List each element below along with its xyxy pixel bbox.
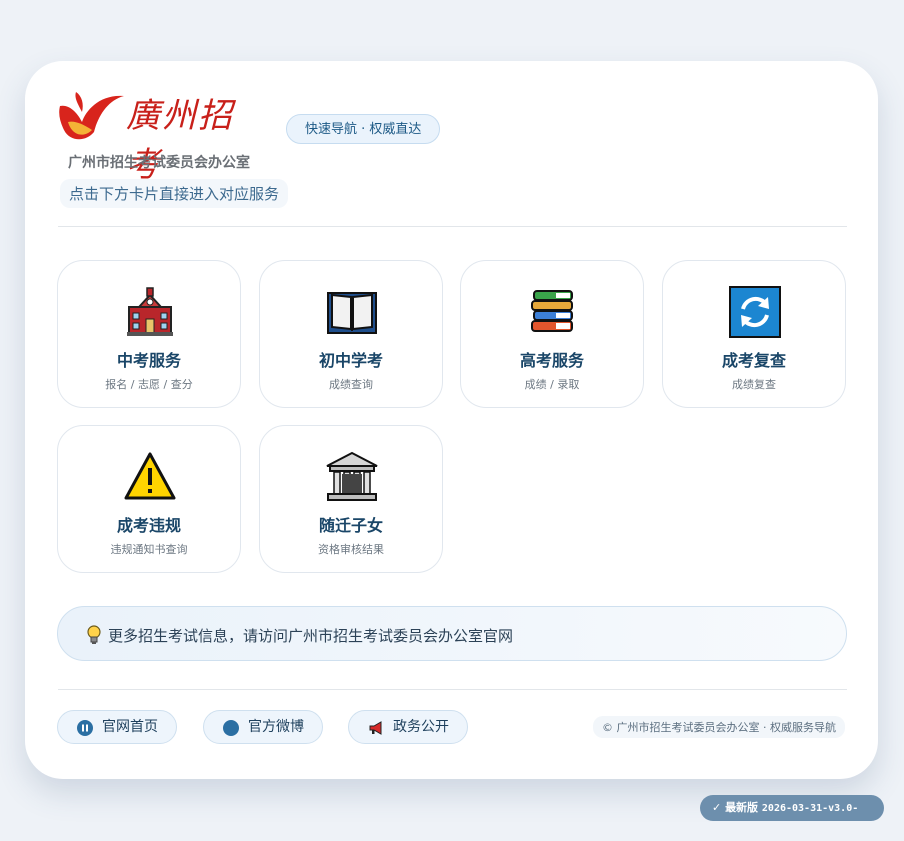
copyright-text: © 广州市招生考试委员会办公室 · 权威服务导航 [593,716,845,738]
tile-gaokao[interactable]: 高考服务 成绩 / 录取 [460,260,644,408]
check-icon: ✓ [712,801,722,814]
weibo-button[interactable]: 官方微博 [203,710,323,744]
tile-chengkao-review[interactable]: 成考复查 成绩复查 [662,260,846,408]
hint-text: 点击下方卡片直接进入对应服务 [60,179,289,208]
flame-logo-icon [59,92,124,140]
tile-subtitle: 成绩复查 [732,378,776,391]
warning-icon [124,452,176,500]
tile-suiqian[interactable]: 随迁子女 资格审核结果 [259,425,443,573]
version-label: 最新版 [725,801,759,814]
nav-badge: 快速导航 · 权威直达 [286,114,441,144]
megaphone-icon [369,721,382,735]
tile-chengkao-violation[interactable]: 成考违规 违规通知书查询 [57,425,241,573]
gov-affairs-label: 政务公开 [393,719,449,735]
version-badge: ✓ 最新版 2026-03-31-v3.0- [700,795,884,821]
school-icon [127,287,173,336]
blue-circle-icon [223,720,239,736]
pause-circle-icon [77,720,93,736]
gov-affairs-button[interactable]: 政务公开 [348,710,468,744]
divider [58,226,847,227]
info-bar[interactable]: 更多招生考试信息，请访问广州市招生考试委员会办公室官网 [57,606,847,661]
official-site-button[interactable]: 官网首页 [57,710,177,744]
org-name: 广州市招生考试委员会办公室 [68,155,250,171]
tile-subtitle: 违规通知书查询 [110,543,188,556]
info-text: 更多招生考试信息，请访问广州市招生考试委员会办公室官网 [108,627,514,645]
tile-subtitle: 资格审核结果 [318,543,384,556]
refresh-icon [729,286,781,338]
classical-building-icon [326,451,378,501]
tile-title: 成考复查 [721,351,786,370]
tile-subtitle: 成绩 / 录取 [524,378,580,391]
tile-subtitle: 报名 / 志愿 / 查分 [105,378,193,391]
tile-subtitle: 成绩查询 [329,378,373,391]
logo[interactable]: 廣州招考 [56,86,266,185]
version-value: 2026-03-31-v3.0- [761,803,859,814]
tile-title: 高考服务 [519,351,584,370]
open-book-icon [327,292,377,334]
tile-title: 初中学考 [318,351,383,370]
tile-title: 随迁子女 [318,516,383,535]
footer-divider [58,689,847,690]
tile-title: 中考服务 [116,351,181,370]
tile-chuzhong[interactable]: 初中学考 成绩查询 [259,260,443,408]
lightbulb-icon [87,625,101,644]
tile-title: 成考违规 [116,516,181,535]
weibo-label: 官方微博 [248,719,304,735]
official-site-label: 官网首页 [102,719,158,735]
books-icon [531,290,573,332]
tile-zhongkao[interactable]: 中考服务 报名 / 志愿 / 查分 [57,260,241,408]
main-card: 廣州招考 快速导航 · 权威直达 广州市招生考试委员会办公室 点击下方卡片直接进… [25,61,878,779]
